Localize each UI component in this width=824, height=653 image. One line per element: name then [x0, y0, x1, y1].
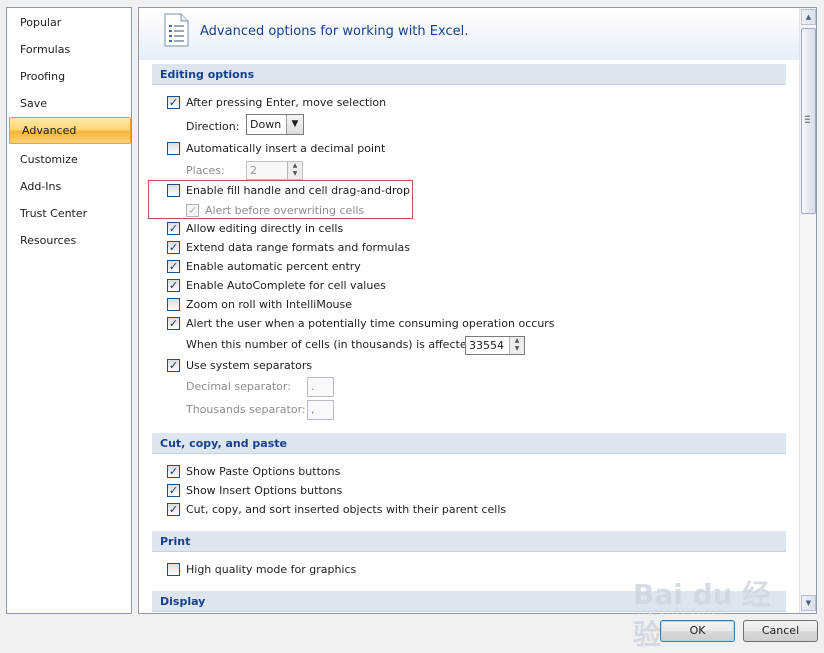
spin-arrows-icon[interactable]: ▲ ▼: [287, 162, 302, 179]
option-label: Extend data range formats and formulas: [186, 241, 411, 254]
places-stepper[interactable]: 2 ▲ ▼: [246, 161, 303, 180]
checkbox-checked-disabled[interactable]: ✓: [186, 204, 199, 217]
direction-label: Direction:: [186, 120, 240, 133]
content-header: Advanced options for working with Excel.: [139, 8, 799, 60]
option-label: Enable automatic percent entry: [186, 260, 361, 273]
section-display: Display: [152, 591, 786, 612]
option-label: Alert before overwriting cells: [205, 204, 365, 217]
checkbox-checked[interactable]: ✓: [167, 484, 180, 497]
nav-item-resources[interactable]: Resources: [8, 228, 130, 254]
checkbox-unchecked[interactable]: [167, 563, 180, 576]
option-alert-overwrite[interactable]: ✓ Alert before overwriting cells: [186, 203, 386, 219]
chevron-down-icon[interactable]: ▼: [286, 115, 303, 134]
option-label: Cut, copy, and sort inserted objects wit…: [186, 503, 507, 516]
thousands-separator-input[interactable]: ,: [307, 400, 334, 420]
option-label: Zoom on roll with IntelliMouse: [186, 298, 353, 311]
option-insert-options[interactable]: ✓ Show Insert Options buttons: [167, 483, 467, 499]
checkbox-checked[interactable]: ✓: [167, 317, 180, 330]
spin-arrows-icon[interactable]: ▲ ▼: [509, 337, 524, 354]
thousands-separator-label: Thousands separator:: [186, 403, 306, 416]
checkbox-checked[interactable]: ✓: [167, 241, 180, 254]
checkbox-unchecked[interactable]: [167, 142, 180, 155]
option-label: Use system separators: [186, 359, 313, 372]
checkbox-unchecked[interactable]: [167, 298, 180, 311]
scroll-down-icon[interactable]: ▼: [801, 595, 816, 611]
nav-item-proofing[interactable]: Proofing: [8, 64, 130, 90]
option-label: Enable AutoComplete for cell values: [186, 279, 386, 292]
option-label: Allow editing directly in cells: [186, 222, 344, 235]
page-title: Advanced options for working with Excel.: [200, 24, 469, 39]
scrollbar-thumb[interactable]: ━ ━ ━: [801, 28, 816, 214]
direction-value: Down: [250, 118, 282, 131]
ok-button[interactable]: OK: [660, 620, 735, 642]
nav-item-customize[interactable]: Customize: [8, 147, 130, 173]
option-fill-handle[interactable]: Enable fill handle and cell drag-and-dro…: [167, 183, 427, 199]
checkbox-checked[interactable]: ✓: [167, 96, 180, 109]
document-options-icon: [164, 13, 189, 47]
option-system-separators[interactable]: ✓ Use system separators: [167, 358, 467, 374]
direction-dropdown[interactable]: Down ▼: [246, 114, 304, 135]
checkbox-checked[interactable]: ✓: [167, 222, 180, 235]
nav-item-add-ins[interactable]: Add-Ins: [8, 174, 130, 200]
checkbox-unchecked[interactable]: [167, 184, 180, 197]
option-auto-percent[interactable]: ✓ Enable automatic percent entry: [167, 259, 467, 275]
option-label: Enable fill handle and cell drag-and-dro…: [186, 184, 410, 197]
places-value: 2: [250, 164, 257, 177]
option-label: After pressing Enter, move selection: [186, 96, 387, 109]
checkbox-checked[interactable]: ✓: [167, 465, 180, 478]
scroll-up-icon[interactable]: ▲: [801, 9, 816, 25]
option-autocomplete[interactable]: ✓ Enable AutoComplete for cell values: [167, 278, 467, 294]
option-high-quality[interactable]: High quality mode for graphics: [167, 562, 467, 578]
cells-affected-label: When this number of cells (in thousands)…: [186, 338, 478, 351]
checkbox-checked[interactable]: ✓: [167, 260, 180, 273]
cells-affected-value: 33554: [469, 339, 504, 352]
checkbox-checked[interactable]: ✓: [167, 359, 180, 372]
nav-item-trust-center[interactable]: Trust Center: [8, 201, 130, 227]
section-editing-options: Editing options: [152, 64, 786, 85]
nav-item-formulas[interactable]: Formulas: [8, 37, 130, 63]
option-label: Show Paste Options buttons: [186, 465, 341, 478]
checkbox-checked[interactable]: ✓: [167, 279, 180, 292]
options-content: Advanced options for working with Excel.…: [138, 7, 817, 614]
option-cut-copy-sort[interactable]: ✓ Cut, copy, and sort inserted objects w…: [167, 502, 567, 518]
nav-item-save[interactable]: Save: [8, 91, 130, 117]
nav-item-popular[interactable]: Popular: [8, 10, 130, 36]
option-after-enter[interactable]: ✓ After pressing Enter, move selection: [167, 95, 467, 111]
option-paste-options[interactable]: ✓ Show Paste Options buttons: [167, 464, 467, 480]
vertical-scrollbar[interactable]: ▲ ━ ━ ━ ▼: [799, 8, 816, 613]
option-auto-decimal[interactable]: Automatically insert a decimal point: [167, 141, 467, 157]
cells-affected-stepper[interactable]: 33554 ▲ ▼: [465, 336, 525, 355]
section-cut-copy-paste: Cut, copy, and paste: [152, 433, 786, 454]
option-zoom-roll[interactable]: Zoom on roll with IntelliMouse: [167, 297, 467, 313]
decimal-separator-input[interactable]: .: [307, 377, 334, 397]
decimal-separator-label: Decimal separator:: [186, 380, 291, 393]
option-allow-editing[interactable]: ✓ Allow editing directly in cells: [167, 221, 467, 237]
option-label: Alert the user when a potentially time c…: [186, 317, 555, 330]
options-nav: Popular Formulas Proofing Save Advanced …: [6, 7, 132, 614]
places-label: Places:: [186, 164, 225, 177]
option-label: Show Insert Options buttons: [186, 484, 343, 497]
grip-icon: ━ ━ ━: [805, 112, 810, 127]
option-label: Automatically insert a decimal point: [186, 142, 386, 155]
option-alert-time[interactable]: ✓ Alert the user when a potentially time…: [167, 316, 587, 332]
section-print: Print: [152, 531, 786, 552]
nav-item-advanced[interactable]: Advanced: [9, 117, 131, 144]
cancel-button[interactable]: Cancel: [743, 620, 818, 642]
checkbox-checked[interactable]: ✓: [167, 503, 180, 516]
option-label: High quality mode for graphics: [186, 563, 357, 576]
option-extend-formats[interactable]: ✓ Extend data range formats and formulas: [167, 240, 467, 256]
